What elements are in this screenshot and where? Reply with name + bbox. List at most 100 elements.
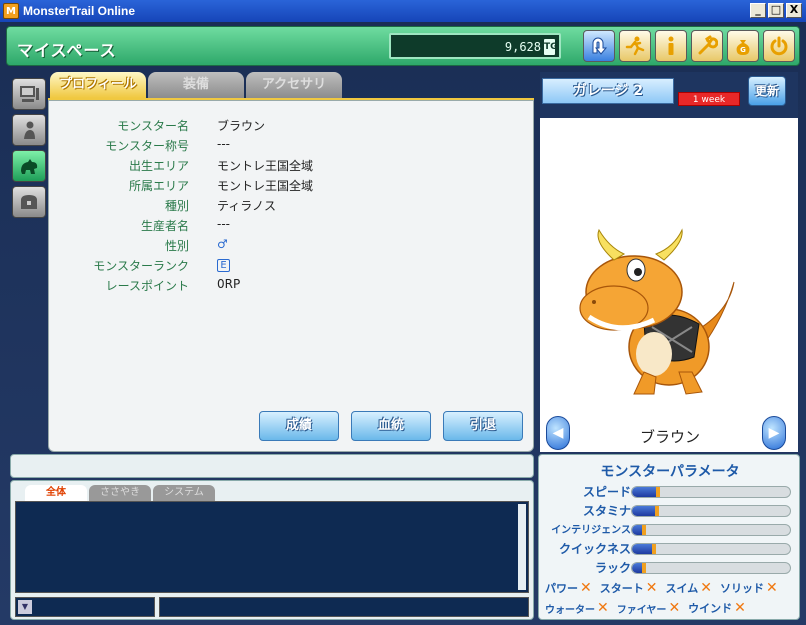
monster-image [579, 228, 735, 395]
cross-icon: ✕ [580, 580, 592, 596]
param-bar [631, 486, 791, 498]
chat-scrollbar[interactable] [518, 504, 526, 590]
home-area-value: モントレ王国全域 [217, 179, 314, 193]
info-row: 出生エリア モントレ王国全域 [49, 157, 535, 175]
svg-text:G: G [740, 46, 746, 54]
record-button[interactable]: 成績 [259, 411, 339, 441]
prev-arrow-icon[interactable]: ◀ [546, 416, 570, 450]
running-man-icon[interactable] [619, 30, 651, 62]
wrench-icon[interactable] [691, 30, 723, 62]
monster-title-value: --- [217, 137, 230, 151]
attr-label: パワー [545, 582, 578, 595]
birth-area-value: モントレ王国全域 [217, 159, 314, 173]
money-bag-icon[interactable]: G [727, 30, 759, 62]
breeder-value: --- [217, 217, 230, 231]
field-label: 生産者名 [140, 219, 189, 233]
info-row: モンスターランク E [49, 257, 535, 275]
info-row: 性別 ♂ [49, 237, 535, 255]
chat-tab-system[interactable]: システム [153, 485, 215, 501]
maximize-button[interactable]: □ [768, 3, 784, 18]
field-label: レースポイント [105, 279, 189, 293]
next-arrow-icon[interactable]: ▶ [762, 416, 786, 450]
cross-icon: ✕ [734, 600, 746, 616]
species-value: ティラノス [217, 199, 277, 213]
chest-icon[interactable] [12, 186, 46, 218]
info-row: 所属エリア モントレ王国全域 [49, 177, 535, 195]
garage-header: ガレージ 2 1 week 更新 [540, 72, 798, 118]
param-label: クイックネス [558, 542, 631, 556]
monster-parameters: モンスターパラメータ スピード スタミナ インテリジェンス クイックネス ラック… [538, 454, 800, 620]
info-row: モンスター称号 --- [49, 137, 535, 155]
retire-button[interactable]: 引退 [443, 411, 523, 441]
race-points-value: 0RP [217, 277, 241, 291]
info-row: 生産者名 --- [49, 217, 535, 235]
param-label: スタミナ [582, 504, 631, 518]
chat-mode-select[interactable]: ▼ [15, 597, 155, 617]
close-button[interactable]: X [786, 3, 802, 18]
param-bar [631, 562, 791, 574]
money-display: 9,628 TG [389, 33, 561, 59]
tab-accessory[interactable]: アクセサリ [246, 72, 342, 98]
cross-icon: ✕ [765, 580, 778, 596]
week-badge: 1 week [678, 92, 740, 106]
monster-icon[interactable] [12, 150, 46, 182]
info-row: レースポイント 0RP [49, 277, 535, 295]
chevron-down-icon[interactable]: ▼ [18, 600, 32, 614]
field-label: 種別 [164, 199, 189, 213]
garage-label: ガレージ 2 [542, 78, 674, 104]
chat-input[interactable] [159, 597, 529, 617]
param-row: クイックネス [539, 540, 801, 556]
refresh-button[interactable]: 更新 [748, 76, 786, 106]
field-label: モンスターランク [93, 259, 189, 273]
cross-icon: ✕ [597, 600, 609, 616]
parameters-title: モンスターパラメータ [600, 464, 740, 480]
param-bar [631, 543, 791, 555]
money-unit: TG [544, 39, 558, 55]
cross-icon: ✕ [645, 580, 658, 596]
info-row: 種別 ティラノス [49, 197, 535, 215]
attr-label: スタート [599, 582, 644, 595]
app-icon: M [3, 3, 19, 19]
profile-panel: モンスター名 ブラウン モンスター称号 --- 出生エリア モントレ王国全域 所… [48, 100, 534, 452]
cross-icon: ✕ [700, 580, 712, 596]
param-bar [631, 505, 791, 517]
chat-tab-whisper[interactable]: ささやき [89, 485, 151, 501]
tab-profile[interactable]: プロフィール [50, 72, 146, 98]
minimize-button[interactable]: _ [750, 3, 766, 18]
monster-name-value: ブラウン [217, 119, 266, 133]
info-icon[interactable] [655, 30, 687, 62]
garage-panel: ガレージ 2 1 week 更新 ◀ ブラウン ▶ [540, 72, 798, 452]
param-fill [632, 487, 661, 497]
attr-label: スイム [665, 582, 699, 595]
chat-header-bar [10, 454, 534, 478]
money-value: 9,628 [504, 40, 541, 54]
param-row: スピード [539, 483, 801, 499]
field-label: 所属エリア [128, 179, 189, 193]
param-fill [632, 563, 647, 573]
chat-panel: 全体 ささやき システム ▼ [10, 480, 534, 620]
side-tabs [12, 78, 46, 218]
field-label: 性別 [164, 239, 189, 253]
attribute-row: パワー ✕ スタート ✕ スイム ✕ ソリッド ✕ [545, 579, 784, 597]
param-row: ラック [539, 559, 801, 575]
page-title: マイスペース [17, 41, 117, 60]
tab-equipment[interactable]: 装備 [148, 72, 244, 98]
person-icon[interactable] [12, 114, 46, 146]
back-arrow-icon[interactable] [583, 30, 615, 62]
param-row: インテリジェンス [539, 521, 801, 537]
header-bar: マイスペース 9,628 TG G [6, 26, 800, 66]
lineage-button[interactable]: 血統 [351, 411, 431, 441]
power-icon[interactable] [763, 30, 795, 62]
field-label: 出生エリア [128, 159, 189, 173]
computer-icon[interactable] [12, 78, 46, 110]
window-title: MonsterTrail Online [23, 4, 136, 18]
field-label: モンスター称号 [105, 139, 189, 153]
chat-log[interactable] [15, 501, 529, 593]
gender-value: ♂ [217, 237, 228, 251]
app-frame: マイスペース 9,628 TG G プロフィール 装備 アクセサリ モンスター名… [0, 22, 806, 625]
cross-icon: ✕ [668, 600, 681, 616]
param-fill [632, 506, 659, 516]
chat-tab-all[interactable]: 全体 [25, 485, 87, 501]
param-fill [632, 525, 647, 535]
attribute-row: ウォーター ✕ ファイヤー ✕ ウインド ✕ [545, 599, 752, 617]
